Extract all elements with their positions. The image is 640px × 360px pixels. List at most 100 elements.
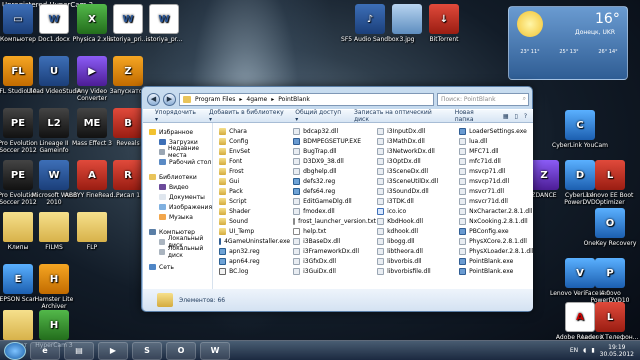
nav-recent[interactable]: Недавние места (143, 145, 212, 159)
crumb[interactable]: 4game (246, 96, 267, 103)
crumb[interactable]: Program Files (195, 96, 235, 103)
file-item[interactable]: i3InputDx.dll (377, 126, 455, 136)
nav-music[interactable]: Музыка (143, 212, 212, 222)
add-to-library-button[interactable]: Добавить в библиотеку ▾ (209, 109, 285, 123)
language-indicator[interactable]: EN (570, 347, 578, 354)
desktop-icon[interactable]: V Lenovo VeriFace 4.0 (550, 258, 610, 297)
file-item[interactable]: i3GfxDx.dll (293, 256, 373, 266)
desktop-icon[interactable]: L Lenovo EE Boot Optimizer (580, 160, 640, 206)
desktop-icon[interactable]: H Hamster Lite Archiver (24, 264, 84, 310)
file-item[interactable]: i3SceneUtilDx.dll (377, 176, 455, 186)
nav-libraries[interactable]: Библиотеки (143, 172, 212, 182)
file-item[interactable]: i3TDK.dll (377, 196, 455, 206)
file-item[interactable]: BC.log (219, 266, 289, 276)
file-item[interactable]: BugTrap.dll (293, 146, 373, 156)
file-item[interactable]: KbdHook.dll (377, 216, 455, 226)
file-item[interactable]: kdhook.dll (377, 226, 455, 236)
file-item[interactable]: msvcp71.dll (459, 166, 539, 176)
desktop-icon[interactable]: O OneKey Recovery (580, 208, 640, 247)
burn-button[interactable]: Записать на оптический диск (354, 109, 445, 123)
taskbar-app-button[interactable]: O (166, 341, 196, 360)
file-item[interactable]: i3GuiDx.dll (293, 266, 373, 276)
preview-pane-icon[interactable]: ▯ (515, 113, 518, 120)
nav-pictures[interactable]: Изображения (143, 202, 212, 212)
share-button[interactable]: Общий доступ ▾ (295, 109, 344, 123)
nav-desktop[interactable]: Рабочий стол (143, 157, 212, 167)
file-item[interactable]: i3FrameworkDx.dll (293, 246, 373, 256)
file-item[interactable]: i3BaseDx.dll (293, 236, 373, 246)
network-icon[interactable]: ▮ (591, 347, 594, 354)
file-item[interactable]: libvorbisfile.dll (377, 266, 455, 276)
file-item[interactable]: i3MathDx.dll (377, 136, 455, 146)
search-input[interactable]: Поиск: PointBlank ⌕ (437, 92, 529, 106)
volume-icon[interactable]: ◖ (583, 347, 586, 354)
desktop-icon[interactable]: C CyberLink YouCam (550, 110, 610, 149)
taskbar-app-button[interactable]: e (30, 341, 60, 360)
taskbar-app-button[interactable]: ▤ (64, 341, 94, 360)
file-item[interactable]: apn64.reg (219, 256, 289, 266)
file-item[interactable]: dbghelp.dll (293, 166, 373, 176)
desktop-icon[interactable]: FLP (62, 212, 122, 251)
file-item[interactable]: lua.dll (459, 136, 539, 146)
desktop-icon[interactable]: ↓ BitTorrent (414, 4, 474, 43)
file-item[interactable]: bdcap32.dll (293, 126, 373, 136)
file-item[interactable]: i3NetworkDx.dll (377, 146, 455, 156)
file-item[interactable]: fmodex.dll (293, 206, 373, 216)
file-item[interactable]: PointBlank.exe (459, 266, 539, 276)
organize-button[interactable]: Упорядочить ▾ (155, 109, 199, 123)
address-bar[interactable]: Program Files ▸ 4game ▸ PointBlank (179, 92, 434, 106)
file-item[interactable]: libtheora.dll (377, 246, 455, 256)
crumb[interactable]: PointBlank (278, 96, 310, 103)
file-item[interactable]: i3SoundDx.dll (377, 186, 455, 196)
file-item[interactable]: i3OptDx.dll (377, 156, 455, 166)
desktop-icon[interactable]: Wistoriya_pr... (134, 4, 194, 43)
file-item[interactable]: Shader (219, 206, 289, 216)
file-item[interactable]: Config (219, 136, 289, 146)
nav-favorites[interactable]: Избранное (143, 127, 212, 137)
taskbar-app-button[interactable]: ▶ (98, 341, 128, 360)
file-item[interactable]: Script (219, 196, 289, 206)
file-item[interactable]: Pack (219, 186, 289, 196)
file-item[interactable]: Sound (219, 216, 289, 226)
file-item[interactable]: 4GameUninstaller.exe (219, 236, 290, 246)
file-item[interactable]: mfc71d.dll (459, 156, 539, 166)
nav-network[interactable]: Сеть (143, 262, 212, 272)
file-item[interactable]: defs32.reg (293, 176, 373, 186)
file-item[interactable]: PhysXLoader.2.8.1.dll (459, 246, 539, 256)
file-item[interactable]: MFC71.dll (459, 146, 539, 156)
file-item[interactable]: PhysXCore.2.8.1.dll (459, 236, 539, 246)
desktop-icon[interactable]: A Adobe Reader X (550, 302, 610, 341)
file-item[interactable]: ico.ico (377, 206, 455, 216)
file-item[interactable]: Gui (219, 176, 289, 186)
nav-drive-d[interactable]: Локальный диск (143, 245, 212, 259)
file-item[interactable]: frost_launcher_version.txt (293, 216, 376, 226)
file-item[interactable]: EditGameDlg.dll (293, 196, 373, 206)
file-item[interactable]: Font (219, 156, 289, 166)
file-item[interactable]: libogg.dll (377, 236, 455, 246)
file-item[interactable]: help.txt (293, 226, 373, 236)
file-item[interactable]: PBConfig.exe (459, 226, 539, 236)
help-icon[interactable]: ? (524, 113, 527, 120)
file-item[interactable]: BDMPEGSETUP.EXE (293, 136, 373, 146)
clock[interactable]: 19:19 30.05.2012 (600, 344, 634, 358)
file-item[interactable]: UI_Temp (219, 226, 289, 236)
nav-documents[interactable]: Документы (143, 192, 212, 202)
file-item[interactable]: NxCharacter.2.8.1.dll (459, 206, 539, 216)
nav-video[interactable]: Видео (143, 182, 212, 192)
file-item[interactable]: PointBlank.exe (459, 256, 539, 266)
view-options-icon[interactable]: ▦ (503, 113, 509, 120)
file-item[interactable]: msvcr71d.dll (459, 196, 539, 206)
file-item[interactable]: Chara (219, 126, 289, 136)
file-item[interactable]: defs64.reg (293, 186, 373, 196)
weather-gadget[interactable]: 16° Донецк, UKR 23° 11° 25° 13° 26° 14° (508, 6, 628, 80)
file-item[interactable]: D3DX9_38.dll (293, 156, 373, 166)
file-item[interactable]: msvcr71.dll (459, 186, 539, 196)
file-item[interactable]: i3SceneDx.dll (377, 166, 455, 176)
start-button[interactable] (4, 341, 26, 360)
file-item[interactable]: EnvSet (219, 146, 289, 156)
file-item[interactable]: NxCooking.2.8.1.dll (459, 216, 539, 226)
file-item[interactable]: Frost (219, 166, 289, 176)
forward-button[interactable]: ▶ (163, 92, 176, 106)
file-item[interactable]: msvcp71d.dll (459, 176, 539, 186)
file-item[interactable]: apn32.reg (219, 246, 289, 256)
